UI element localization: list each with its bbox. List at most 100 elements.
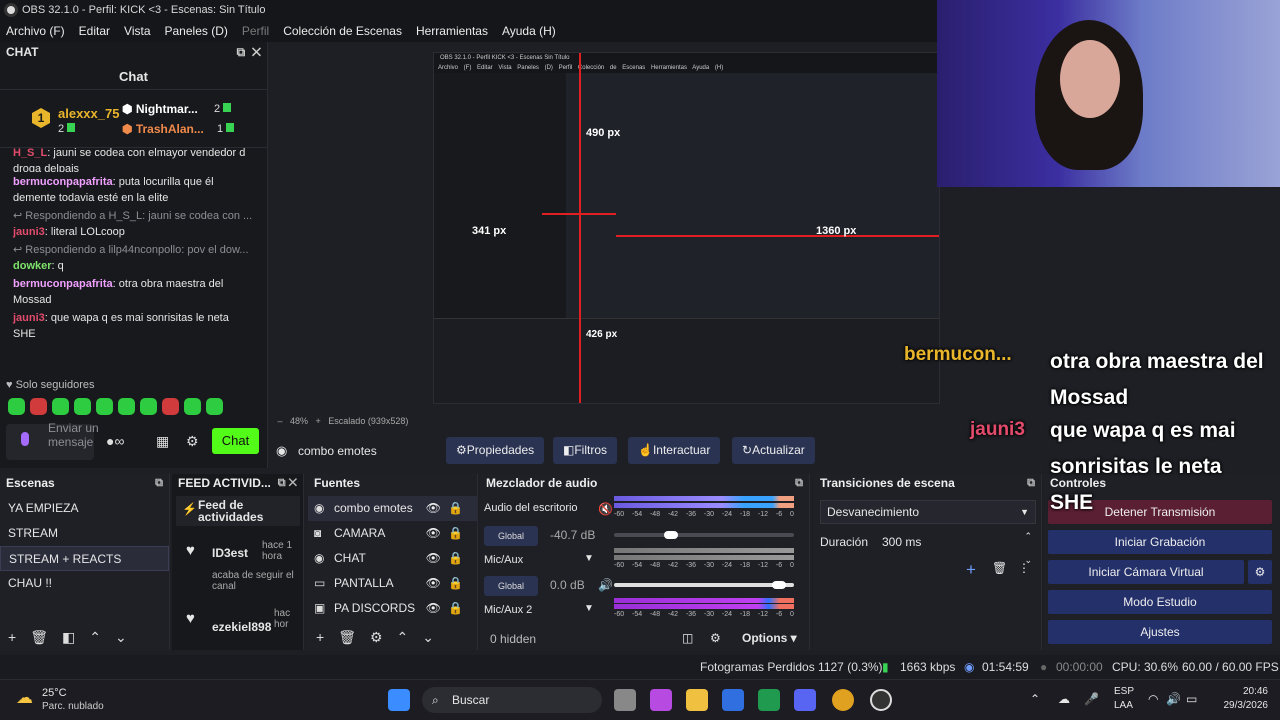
discord-icon[interactable]	[794, 689, 816, 711]
emote-icon[interactable]	[52, 398, 69, 415]
dock-buttons[interactable]: ⧉ ✕	[237, 42, 261, 62]
lock-icon[interactable]: 🔒	[448, 571, 463, 596]
menu-archivo[interactable]: Archivo (F)	[6, 20, 65, 42]
badges-icon[interactable]: ●∞	[106, 433, 124, 449]
explorer-icon[interactable]	[686, 689, 708, 711]
mic-icon[interactable]	[21, 432, 29, 446]
settings-button[interactable]: Ajustes	[1048, 620, 1272, 644]
chat-send-button[interactable]: Chat	[212, 428, 259, 454]
global-button[interactable]: Global	[484, 576, 538, 596]
trash-icon[interactable]: 🗑	[992, 561, 1007, 575]
down-icon[interactable]: ⌄	[115, 629, 127, 646]
menu-ayuda[interactable]: Ayuda (H)	[502, 20, 556, 42]
duration-spinbox[interactable]: 300 ms ⌃ ⌄	[876, 530, 1036, 565]
lock-icon[interactable]: 🔒	[448, 521, 463, 546]
down-icon[interactable]: ⌄	[422, 629, 434, 646]
eye-icon[interactable]: 👁	[426, 496, 441, 521]
eye-icon[interactable]: 👁	[426, 596, 441, 621]
eye-icon[interactable]: 👁	[426, 546, 441, 571]
up-icon[interactable]: ⌃	[89, 629, 101, 646]
obs-icon[interactable]	[870, 689, 892, 711]
virtual-camera-button[interactable]: Iniciar Cámara Virtual	[1048, 560, 1244, 584]
emote-icon[interactable]	[74, 398, 91, 415]
dropdown-icon[interactable]: ▼	[584, 553, 594, 564]
menu-editar[interactable]: Editar	[79, 20, 110, 42]
emote-icon[interactable]	[162, 398, 179, 415]
taskbar-search[interactable]: ⌕ Buscar	[422, 687, 602, 713]
source-item[interactable]: ◉ CHAT 👁 🔒	[308, 546, 477, 571]
tray-chevron-icon[interactable]: ⌃	[1030, 692, 1040, 706]
scene-item[interactable]: STREAM + REACTS	[0, 546, 169, 571]
emote-icon[interactable]	[206, 398, 223, 415]
emote-icon[interactable]	[96, 398, 113, 415]
menu-coleccion[interactable]: Colección de Escenas	[283, 20, 402, 42]
start-icon[interactable]	[388, 689, 410, 711]
lock-icon[interactable]: 🔒	[448, 546, 463, 571]
scene-item[interactable]: CHAU !!	[0, 571, 169, 596]
up-icon[interactable]: ⌃	[397, 629, 409, 646]
language[interactable]: ESP	[1114, 686, 1134, 697]
speaker-icon[interactable]: 🔊	[598, 578, 613, 592]
transition-select[interactable]: Desvanecimiento ▼	[820, 500, 1036, 524]
filters-button[interactable]: ◧Filtros	[553, 437, 618, 464]
chat-input[interactable]: Enviar un mensaje	[6, 421, 99, 460]
weather-icon[interactable]: ☁	[16, 688, 33, 708]
tray-icon[interactable]: ☁	[1058, 692, 1070, 706]
add-icon[interactable]: +	[8, 629, 16, 645]
start-recording-button[interactable]: Iniciar Grabación	[1048, 530, 1272, 554]
lock-icon[interactable]: 🔒	[448, 496, 463, 521]
speaker-mute-icon[interactable]: 🔇	[598, 502, 613, 516]
virtual-camera-settings-icon[interactable]: ⚙	[1248, 560, 1272, 584]
lock-icon[interactable]: 🔒	[448, 596, 463, 621]
emote-icon[interactable]	[30, 398, 47, 415]
scene-item[interactable]: STREAM	[0, 521, 169, 546]
refresh-button[interactable]: ↻Actualizar	[732, 437, 815, 464]
volume-icon[interactable]: 🔊	[1166, 692, 1181, 706]
volume-knob[interactable]	[771, 581, 786, 589]
battery-icon[interactable]: ▭	[1186, 692, 1197, 706]
volume-knob[interactable]	[663, 531, 678, 539]
menu-perfil[interactable]: Perfil	[242, 20, 269, 42]
mixer-settings-icon[interactable]: ⚙	[710, 631, 721, 645]
task-view-icon[interactable]	[614, 689, 636, 711]
menu-vista[interactable]: Vista	[124, 20, 150, 42]
source-item[interactable]: ◙ CAMARA 👁 🔒	[308, 521, 477, 546]
source-item[interactable]: ◉ combo emotes 👁 🔒	[308, 496, 477, 521]
trash-icon[interactable]: 🗑	[30, 629, 48, 646]
trash-icon[interactable]: 🗑	[338, 629, 356, 646]
emote-icon[interactable]	[184, 398, 201, 415]
emote-icon[interactable]	[140, 398, 157, 415]
wifi-icon[interactable]: ◠	[1148, 692, 1158, 706]
word-icon[interactable]	[722, 689, 744, 711]
chrome-icon[interactable]	[832, 689, 854, 711]
dropdown-icon[interactable]: ▼	[584, 603, 594, 614]
global-button[interactable]: Global	[484, 526, 538, 546]
menu-herramientas[interactable]: Herramientas	[416, 20, 488, 42]
gear-icon[interactable]: ⚙	[370, 629, 383, 646]
volume-slider[interactable]	[614, 581, 794, 589]
menu-paneles[interactable]: Paneles (D)	[165, 20, 228, 42]
filter-icon[interactable]: ◧	[62, 629, 75, 646]
layout-icon[interactable]: ◫	[682, 631, 693, 645]
options-button[interactable]: Options ▾	[742, 631, 797, 645]
eye-icon[interactable]: 👁	[426, 521, 441, 546]
eye-icon[interactable]: 👁	[426, 571, 441, 596]
volume-slider[interactable]	[614, 531, 794, 539]
studio-mode-button[interactable]: Modo Estudio	[1048, 590, 1272, 614]
store-icon[interactable]: ▦	[156, 433, 169, 450]
more-icon[interactable]: ⋮	[1018, 561, 1030, 575]
add-icon[interactable]: +	[966, 560, 976, 580]
properties-button[interactable]: ⚙Propiedades	[446, 437, 545, 464]
emote-icon[interactable]	[8, 398, 25, 415]
interact-button[interactable]: ☝Interactuar	[628, 437, 721, 464]
mic-tray-icon[interactable]: 🎤	[1084, 692, 1099, 706]
source-item[interactable]: ▣ PA DISCORDS 👁 🔒	[308, 596, 477, 621]
clock-time[interactable]: 20:46	[1228, 686, 1268, 697]
source-item[interactable]: ▭ PANTALLA 👁 🔒	[308, 571, 477, 596]
scene-item[interactable]: YA EMPIEZA	[0, 496, 169, 521]
emote-icon[interactable]	[118, 398, 135, 415]
copilot-icon[interactable]	[650, 689, 672, 711]
excel-icon[interactable]	[758, 689, 780, 711]
add-icon[interactable]: +	[316, 629, 324, 645]
gear-icon[interactable]: ⚙	[186, 433, 199, 450]
